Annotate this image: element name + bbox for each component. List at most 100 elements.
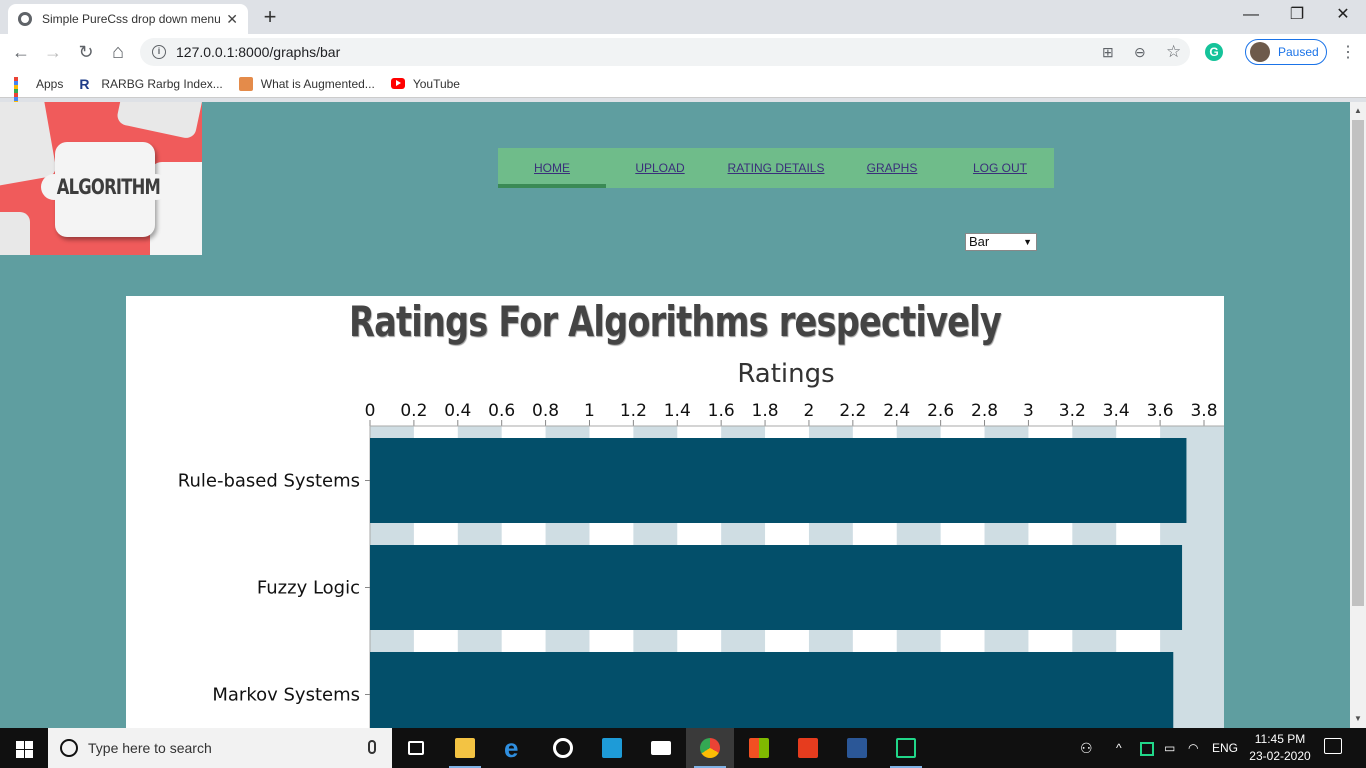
nav-upload[interactable]: UPLOAD [606,148,714,188]
zoom-icon[interactable]: ⊖ [1134,44,1146,61]
profile-status: Paused [1278,45,1319,59]
bar [370,652,1174,728]
app-tray-icon[interactable] [1140,728,1154,768]
x-tick-label: 2 [804,401,815,421]
scrollbar-thumb[interactable] [1352,120,1364,606]
chart-card: Ratings For Algorithms respectively Rati… [126,296,1224,728]
page-scrollbar[interactable]: ▲ ▼ [1350,102,1366,728]
close-window-button[interactable]: ✕ [1320,0,1366,30]
minimize-button[interactable]: — [1228,0,1274,30]
x-tick-label: 0.8 [532,401,559,421]
clock-date: 23-02-2020 [1249,749,1311,763]
y-category-label: Rule-based Systems [178,471,360,492]
edge-icon[interactable]: e [490,728,538,768]
wifi-icon[interactable]: ◠ [1188,728,1198,768]
y-category-label: Markov Systems [212,685,360,706]
system-clock[interactable]: 11:45 PM 23-02-2020 [1240,731,1320,765]
url-text: 127.0.0.1:8000/graphs/bar [176,44,341,60]
reload-button[interactable]: ↻ [74,40,98,64]
chrome-icon[interactable] [686,728,734,768]
apps-grid-icon [14,76,28,113]
x-tick-label: 2.6 [927,401,954,421]
nav-home[interactable]: HOME [498,148,606,188]
pycharm-icon[interactable] [882,728,930,768]
start-button[interactable] [0,728,48,768]
browser-menu-icon[interactable]: ⋮ [1340,42,1356,62]
lens-app-icon[interactable] [588,728,636,768]
x-tick-label: 2.4 [883,401,910,421]
forward-button[interactable]: → [41,40,65,64]
x-tick-label: 0.2 [400,401,427,421]
bookmark-label: Apps [36,76,64,91]
tab-title: Simple PureCss drop down menu [42,12,221,26]
x-axis-label: Ratings [737,359,834,389]
search-placeholder: Type here to search [88,740,212,756]
bookmarks-bar: Apps R RARBG Rarbg Index... What is Augm… [0,70,1366,113]
mail-icon[interactable] [637,728,685,768]
bookmark-rarbg[interactable]: R RARBG Rarbg Index... [79,77,222,91]
browser-tab[interactable]: Simple PureCss drop down menu ✕ [8,4,248,34]
bookmark-label: YouTube [412,76,460,91]
task-view-icon[interactable] [392,728,440,768]
youtube-icon [390,78,405,89]
algorithm-logo: ALGORITHM [0,102,202,255]
scroll-up-icon[interactable]: ▲ [1354,106,1362,115]
store-icon[interactable] [735,728,783,768]
bookmark-apps[interactable]: Apps [14,76,64,113]
bookmark-star-icon[interactable]: ☆ [1166,42,1181,62]
file-explorer-icon[interactable] [441,728,489,768]
graph-type-select[interactable]: Bar ▼ [965,233,1037,251]
x-tick-label: 2.8 [971,401,998,421]
tab-strip: Simple PureCss drop down menu ✕ + — ❐ ✕ [0,0,1366,34]
x-tick-label: 0 [365,401,376,421]
avatar [1250,42,1270,62]
bookmark-augmented[interactable]: What is Augmented... [238,76,375,91]
grammarly-extension-icon[interactable]: G [1205,43,1223,61]
bookmark-label: RARBG Rarbg Index... [101,76,223,91]
action-center-icon[interactable] [1324,738,1342,754]
site-info-icon[interactable]: i [152,45,166,59]
y-category-label: Fuzzy Logic [257,578,360,599]
nav-graphs[interactable]: GRAPHS [838,148,946,188]
x-tick-label: 0.6 [488,401,515,421]
language-indicator[interactable]: ENG [1212,728,1238,768]
x-tick-label: 3.4 [1103,401,1130,421]
x-tick-label: 1.6 [708,401,735,421]
battery-icon[interactable]: ▭ [1164,728,1175,768]
home-button[interactable]: ⌂ [106,40,130,64]
graph-type-value: Bar [969,234,990,249]
rarbg-icon: R [79,75,90,92]
people-icon[interactable]: ⚇ [1080,728,1093,768]
office-icon[interactable] [784,728,832,768]
chevron-down-icon: ▼ [1023,237,1032,247]
logo-text: ALGORITHM [56,175,161,199]
profile-button[interactable]: Paused [1245,39,1327,65]
bar-chart: Ratings 0 0.2 0.4 0.6 0.8 1 1.2 1.4 1.6 1.8 2 2.2 2.4… [178,359,1224,728]
taskbar-search[interactable]: Type here to search [48,728,392,768]
main-nav: HOME UPLOAD RATING DETAILS GRAPHS LOG OU… [498,148,1054,188]
maximize-button[interactable]: ❐ [1274,0,1320,30]
x-tick-label: 3 [1023,401,1034,421]
microphone-icon[interactable] [368,740,376,754]
scroll-down-icon[interactable]: ▼ [1354,714,1362,723]
x-tick-label: 3.6 [1147,401,1174,421]
bar [370,438,1187,523]
nav-log-out[interactable]: LOG OUT [946,148,1054,188]
x-tick-label: 1.4 [664,401,691,421]
groove-music-icon[interactable] [539,728,587,768]
word-icon[interactable] [833,728,881,768]
page-viewport: ALGORITHM HOME UPLOAD RATING DETAILS GRA… [0,102,1350,728]
bookmark-youtube[interactable]: YouTube [390,76,460,91]
chevron-up-icon[interactable]: ^ [1116,728,1122,768]
new-tab-button[interactable]: + [258,4,282,30]
windows-taskbar: Type here to search e ⚇ ^ ▭ ◠ ENG 11:45 … [0,728,1366,768]
x-tick-label: 1 [584,401,595,421]
x-tick-label: 1.8 [752,401,779,421]
cortana-icon [60,739,78,757]
x-tick-label: 0.4 [444,401,471,421]
nav-rating-details[interactable]: RATING DETAILS [714,148,838,188]
address-bar[interactable]: i 127.0.0.1:8000/graphs/bar ⊞ ⊖ ☆ [140,38,1190,66]
back-button[interactable]: ← [9,40,33,64]
tab-close-icon[interactable]: ✕ [226,11,238,28]
translate-icon[interactable]: ⊞ [1102,44,1114,61]
